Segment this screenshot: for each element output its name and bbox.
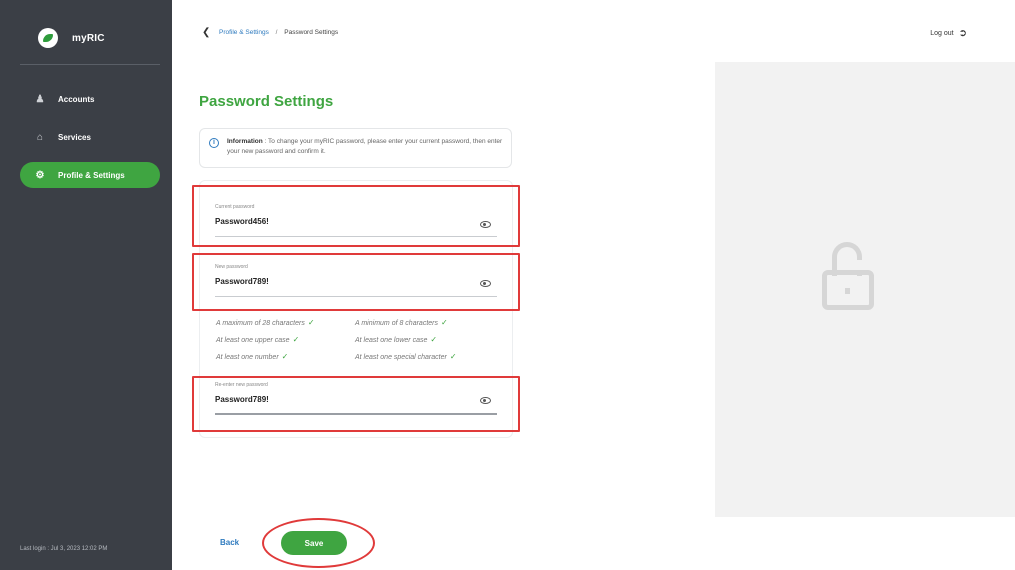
check-icon: ✓ bbox=[430, 335, 438, 344]
check-icon: ✓ bbox=[307, 318, 315, 327]
new-password-field[interactable]: New password Password789! bbox=[215, 264, 497, 298]
rule-item: A minimum of 8 characters ✓ bbox=[355, 318, 494, 335]
rule-row: At least one upper case ✓ At least one lo… bbox=[216, 335, 506, 352]
check-icon: ✓ bbox=[441, 318, 448, 327]
rule-item: At least one special character ✓ bbox=[355, 352, 494, 369]
breadcrumb-current: Password Settings bbox=[284, 29, 339, 36]
sidebar-item-label: Accounts bbox=[58, 94, 95, 104]
lock-shackle-gap bbox=[855, 260, 865, 270]
services-icon: ⌂ bbox=[36, 131, 44, 143]
last-login-text: Last login : Jul 3, 2023 12:02 PM bbox=[20, 546, 108, 552]
rule-text: At least one special character bbox=[355, 354, 447, 361]
sidebar-item-profile-settings[interactable]: ⚙ Profile & Settings bbox=[20, 162, 160, 188]
check-icon: ✓ bbox=[292, 335, 300, 344]
rule-text: A minimum of 8 characters bbox=[355, 320, 438, 327]
rule-item: At least one lower case ✓ bbox=[355, 335, 494, 352]
rule-row: At least one number ✓ At least one specia… bbox=[216, 352, 506, 369]
logout-label: Log out bbox=[930, 30, 954, 37]
password-rules: A maximum of 28 characters ✓ A minimum of… bbox=[216, 318, 506, 369]
sidebar-item-accounts[interactable]: ♟ Accounts bbox=[20, 86, 160, 112]
confirm-password-label: Re-enter new password bbox=[215, 382, 268, 388]
top-bar: ❮ Profile & Settings / Password Settings… bbox=[172, 0, 1015, 62]
field-underline bbox=[215, 236, 497, 237]
sidebar: myRIC ♟ Accounts ⌂ Services ⚙ Profile & … bbox=[0, 0, 172, 570]
field-underline bbox=[215, 413, 497, 415]
back-chevron-icon[interactable]: ❮ bbox=[202, 27, 210, 38]
rule-item: At least one number ✓ bbox=[216, 352, 355, 369]
eye-icon[interactable] bbox=[480, 280, 491, 287]
illustration-panel bbox=[715, 62, 1015, 517]
rule-text: At least one number bbox=[216, 354, 279, 361]
info-label: Information bbox=[227, 138, 263, 145]
breadcrumb: Profile & Settings / Password Settings bbox=[219, 29, 338, 36]
save-button[interactable]: Save bbox=[281, 531, 347, 555]
sidebar-item-services[interactable]: ⌂ Services bbox=[20, 124, 160, 150]
info-text: Information : To change your myRIC passw… bbox=[227, 137, 507, 156]
info-message: : To change your myRIC password, please … bbox=[227, 138, 503, 155]
sidebar-item-label: Services bbox=[58, 132, 91, 142]
field-underline bbox=[215, 296, 497, 297]
rule-row: A maximum of 28 characters ✓ A minimum of… bbox=[216, 318, 506, 335]
current-password-label: Current password bbox=[215, 204, 255, 210]
gear-icon: ⚙ bbox=[35, 169, 45, 181]
check-icon: ✓ bbox=[281, 352, 289, 361]
rule-item: At least one upper case ✓ bbox=[216, 335, 355, 352]
info-icon: i bbox=[209, 138, 219, 148]
eye-icon[interactable] bbox=[480, 221, 491, 228]
app-root: myRIC ♟ Accounts ⌂ Services ⚙ Profile & … bbox=[0, 0, 1015, 570]
brand[interactable]: myRIC bbox=[38, 28, 105, 48]
rule-text: At least one lower case bbox=[355, 337, 428, 344]
confirm-password-input[interactable]: Password789! bbox=[215, 395, 497, 404]
sidebar-item-label: Profile & Settings bbox=[58, 170, 125, 180]
info-card: i Information : To change your myRIC pas… bbox=[199, 128, 512, 168]
current-password-field[interactable]: Current password Password456! bbox=[215, 204, 497, 238]
brand-logo-icon bbox=[38, 28, 58, 48]
sidebar-nav: ♟ Accounts ⌂ Services ⚙ Profile & Settin… bbox=[20, 86, 160, 200]
accounts-icon: ♟ bbox=[35, 93, 45, 105]
eye-icon[interactable] bbox=[480, 397, 491, 404]
rule-item: A maximum of 28 characters ✓ bbox=[216, 318, 355, 335]
brand-name: myRIC bbox=[72, 32, 105, 44]
new-password-input[interactable]: Password789! bbox=[215, 277, 497, 286]
current-password-input[interactable]: Password456! bbox=[215, 217, 497, 226]
rule-text: At least one upper case bbox=[216, 337, 290, 344]
page-title: Password Settings bbox=[199, 93, 334, 110]
new-password-label: New password bbox=[215, 264, 248, 270]
lock-keyhole bbox=[845, 288, 850, 294]
back-button[interactable]: Back bbox=[220, 538, 239, 547]
breadcrumb-parent-link[interactable]: Profile & Settings bbox=[219, 29, 269, 36]
lock-icon bbox=[822, 242, 874, 312]
confirm-password-field[interactable]: Re-enter new password Password789! bbox=[215, 382, 497, 416]
logout-icon: ➲ bbox=[958, 28, 967, 39]
breadcrumb-separator: / bbox=[275, 29, 278, 36]
sidebar-divider bbox=[20, 64, 160, 65]
check-icon: ✓ bbox=[449, 352, 457, 361]
rule-text: A maximum of 28 characters bbox=[216, 320, 305, 327]
logout-button[interactable]: Log out ➲ bbox=[930, 28, 967, 39]
